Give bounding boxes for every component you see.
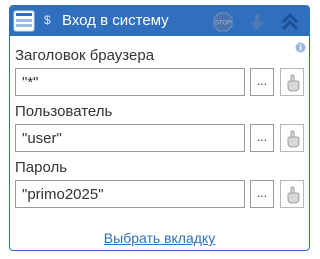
browser-title-input[interactable]: "*" [15,68,245,96]
select-tab-link[interactable]: Выбрать вкладку [10,230,309,246]
double-chevron-up-icon[interactable] [280,12,300,32]
dollar-sign: $ [44,13,51,27]
user-label: Пользователь [15,103,113,120]
browser-title-label: Заголовок браузера [15,47,155,64]
browser-title-browse-button[interactable]: ... [250,68,274,96]
user-pick-button[interactable] [280,124,304,152]
pointer-hand-icon [287,130,300,148]
form-window-icon [13,10,35,32]
panel-title: Вход в систему [62,12,169,29]
user-input[interactable]: "user" [15,124,245,152]
panel-titlebar: $ Вход в систему STOP [10,6,309,36]
password-browse-button[interactable]: ... [250,180,274,208]
info-icon[interactable] [295,40,306,53]
login-panel: $ Вход в систему STOP Заголовок браузера… [9,5,310,251]
password-pick-button[interactable] [280,180,304,208]
pointer-hand-icon [287,186,300,204]
password-label: Пароль [15,159,68,176]
pointer-hand-icon [287,74,300,92]
arrow-down-icon[interactable] [247,12,267,32]
user-browse-button[interactable]: ... [250,124,274,152]
browser-title-pick-button[interactable] [280,68,304,96]
stop-icon[interactable]: STOP [213,12,233,32]
password-input[interactable]: "primo2025" [15,180,245,208]
svg-text:STOP: STOP [215,21,231,27]
